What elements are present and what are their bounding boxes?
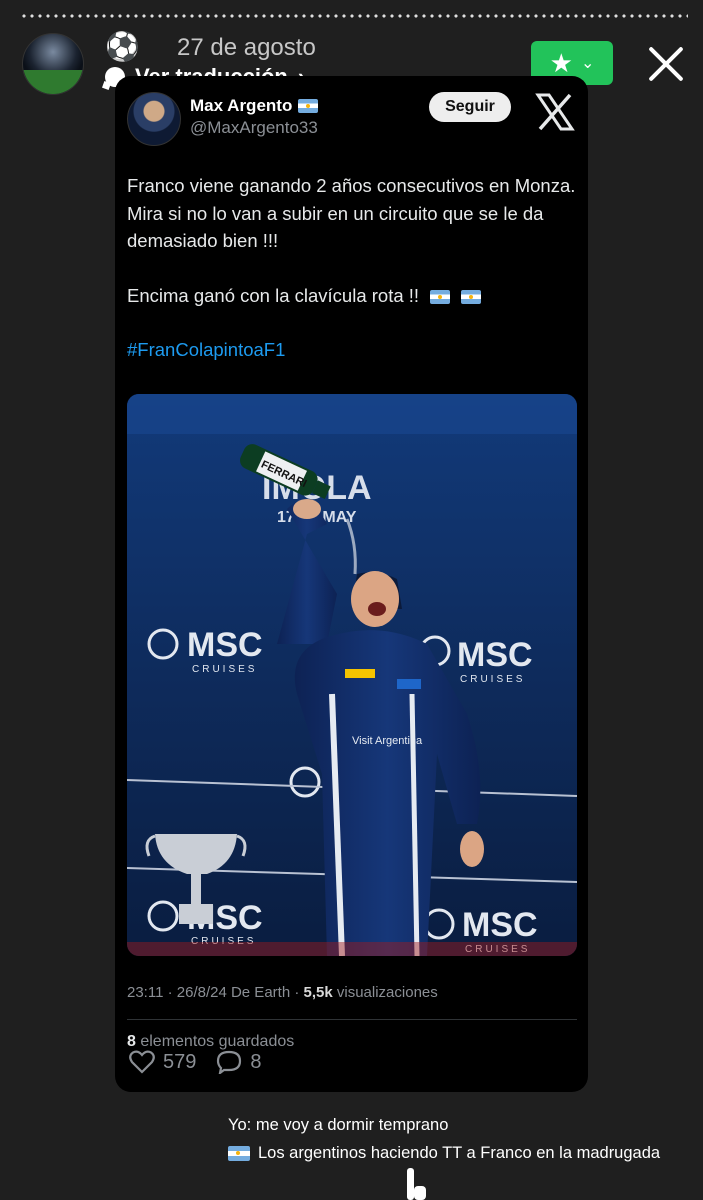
svg-text:CRUISES: CRUISES	[460, 674, 525, 685]
like-count: 579	[163, 1050, 197, 1073]
close-icon[interactable]	[645, 44, 685, 84]
comment-bubble-icon	[217, 1050, 242, 1074]
tweet-text-line-2: Encima ganó con la clavícula rota !!	[127, 284, 420, 306]
views-count: 5,5k	[303, 984, 333, 1001]
caption-line-2: Los argentinos haciendo TT a Franco en l…	[228, 1139, 660, 1167]
reply-count: 8	[250, 1050, 262, 1073]
pointing-hand-icon	[407, 1168, 426, 1200]
saved-label: elementos guardados	[135, 1033, 295, 1050]
tweet-author-name: Max Argento	[190, 96, 293, 115]
tweet-text-paragraph-2: Encima ganó con la clavícula rota !!	[127, 282, 577, 310]
argentina-flag-icon	[298, 99, 319, 113]
tweet-author[interactable]: Max Argento	[190, 96, 319, 116]
tweet-text-paragraph-1: Franco viene ganando 2 años consecutivos…	[127, 175, 576, 252]
reply-action[interactable]: 8	[216, 1050, 262, 1074]
podium-photo-illustration: IMOLA 17-19 MAY MSC CRUISES MSC CRUISES …	[127, 394, 577, 956]
story-date: 27 de agosto	[177, 34, 316, 61]
svg-text:MSC: MSC	[187, 626, 263, 664]
tweet-actions: 579 8	[129, 1050, 262, 1074]
tweet-handle[interactable]: @MaxArgento33	[190, 118, 318, 138]
tweet-card: Max Argento @MaxArgento33 Seguir Franco …	[115, 76, 588, 1092]
story-progress-bar	[20, 14, 688, 18]
saved-count: 8	[127, 1033, 136, 1050]
caption-line-1: Yo: me voy a dormir temprano	[228, 1116, 449, 1134]
divider	[127, 1019, 577, 1020]
soccer-ball-icon: ⚽	[105, 31, 140, 62]
argentina-flag-icon	[461, 289, 482, 304]
svg-text:MSC: MSC	[457, 636, 533, 674]
story-caption: Yo: me voy a dormir temprano Los argenti…	[228, 1111, 660, 1167]
hashtag-link[interactable]: #FranColapintoaF1	[127, 336, 577, 364]
svg-text:Visit Argentina: Visit Argentina	[352, 735, 423, 747]
heart-icon	[129, 1050, 155, 1074]
chevron-down-icon: ⌄	[580, 55, 595, 72]
argentina-flag-icon	[228, 1146, 250, 1162]
tweet-body: Franco viene ganando 2 años consecutivos…	[127, 172, 577, 364]
like-action[interactable]: 579	[129, 1050, 196, 1074]
star-icon: ★	[549, 48, 573, 78]
svg-text:CRUISES: CRUISES	[192, 664, 257, 675]
story-avatar[interactable]	[22, 33, 84, 95]
caption-line-2-text: Los argentinos haciendo TT a Franco en l…	[258, 1144, 661, 1162]
tweet-avatar[interactable]	[127, 92, 181, 146]
follow-button[interactable]: Seguir	[429, 92, 511, 122]
tweet-photo[interactable]: IMOLA 17-19 MAY MSC CRUISES MSC CRUISES …	[127, 394, 577, 956]
views-label: visualizaciones	[332, 984, 438, 1001]
argentina-flag-icon	[430, 289, 451, 304]
tweet-timestamp: 23:11 · 26/8/24 De Earth ·	[127, 984, 304, 1001]
x-logo-icon[interactable]	[535, 92, 575, 132]
saved-count-row[interactable]: 8 elementos guardados	[127, 1033, 294, 1051]
svg-text:MSC: MSC	[462, 906, 538, 944]
tweet-meta: 23:11 · 26/8/24 De Earth · 5,5k visualiz…	[127, 984, 438, 1001]
